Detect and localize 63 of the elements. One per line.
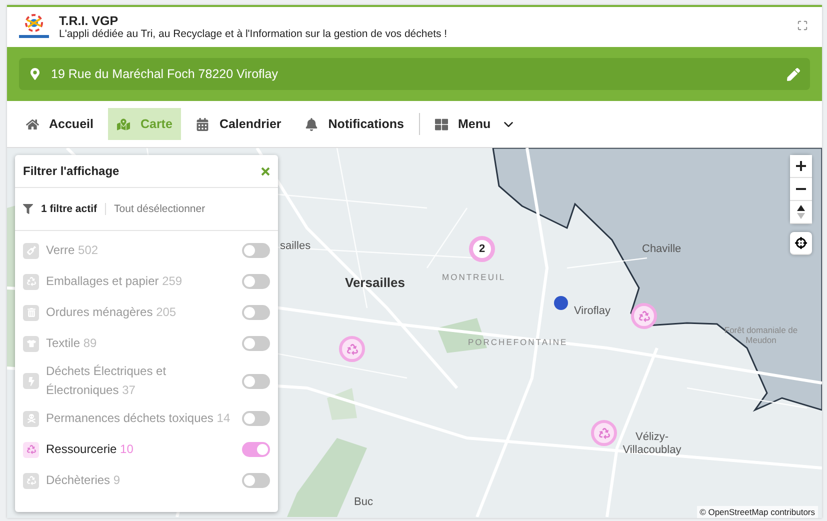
filter-icon — [23, 204, 33, 214]
nav-tab[interactable]: Accueil — [17, 108, 102, 140]
edit-icon[interactable] — [787, 68, 800, 80]
close-icon — [261, 167, 270, 176]
category-icon — [23, 274, 39, 290]
toggle-switch[interactable] — [242, 274, 270, 289]
nav-tab[interactable]: Notifications — [296, 108, 413, 140]
category-label: Ordures ménagères 205 — [46, 304, 178, 321]
crosshair-icon — [795, 237, 807, 249]
nav-tab[interactable]: Calendrier — [187, 108, 290, 140]
calendar-icon — [196, 118, 210, 130]
category-label: Ressourcerie 10 — [46, 441, 134, 458]
map-label: PORCHEFONTAINE — [468, 338, 568, 348]
toggle-switch[interactable] — [242, 243, 270, 258]
category-label: Déchèteries 9 — [46, 472, 122, 489]
pin-icon — [29, 68, 41, 80]
zoom-in-button[interactable] — [790, 155, 812, 178]
category-icon — [23, 442, 39, 458]
nav-tab[interactable]: Menu — [426, 108, 525, 140]
toggle-switch[interactable] — [242, 411, 270, 426]
category-label: Déchets Électriques et Électroniques 37 — [46, 363, 168, 399]
grid-icon — [434, 118, 448, 130]
map-label: sailles — [280, 240, 311, 253]
map-label: Viroflay — [574, 305, 610, 318]
category-icon — [23, 242, 39, 258]
recycle-icon — [638, 310, 650, 322]
category-label: Textile 89 — [46, 335, 98, 352]
category-label: Verre 502 — [46, 242, 100, 259]
app-title: T.R.I. VGP — [59, 14, 120, 28]
map-label: Chaville — [642, 243, 682, 256]
toggle-switch[interactable] — [242, 336, 270, 351]
app-subtitle: L'appli dédiée au Tri, au Recyclage et à l'Information sur la gestion de vos déchets ! — [59, 28, 448, 40]
category-icon — [23, 410, 39, 426]
toggle-switch[interactable] — [242, 473, 270, 488]
category-icon — [23, 472, 39, 488]
toggle-switch[interactable] — [242, 374, 270, 388]
compass-icon — [797, 205, 805, 219]
category-label: Permanences déchets toxiques 14 — [46, 410, 232, 427]
plus-icon — [796, 161, 806, 171]
map-attribution: © OpenStreetMap contributors — [696, 506, 818, 518]
toggle-switch[interactable] — [242, 442, 270, 457]
category-icon — [23, 336, 39, 352]
bell-icon — [305, 118, 318, 130]
category-label: Emballages et papier 259 — [46, 273, 184, 290]
toggle-switch[interactable] — [242, 305, 270, 320]
recycle-icon — [346, 344, 358, 354]
map-label: Forêt domaniale de Meudon — [723, 326, 799, 346]
map-label: Versailles — [345, 276, 405, 291]
home-icon — [26, 118, 39, 130]
deselect-all-link[interactable]: Tout désélectionner — [105, 203, 206, 215]
map-label: Vélizy-Villacoublay — [622, 431, 682, 456]
category-icon — [23, 304, 39, 320]
map-label: MONTREUIL — [442, 273, 506, 283]
zoom-out-button[interactable] — [790, 178, 812, 201]
map-icon — [117, 118, 130, 130]
active-filter-count: 1 filtre actif — [41, 203, 98, 215]
fullscreen-icon[interactable] — [797, 20, 808, 31]
panel-title: Filtrer l'affichage — [23, 164, 120, 178]
map-label: Buc — [354, 496, 373, 509]
recycle-icon — [598, 428, 610, 438]
compass-button[interactable] — [790, 201, 812, 224]
locate-button[interactable] — [790, 232, 812, 255]
category-icon — [23, 373, 39, 389]
